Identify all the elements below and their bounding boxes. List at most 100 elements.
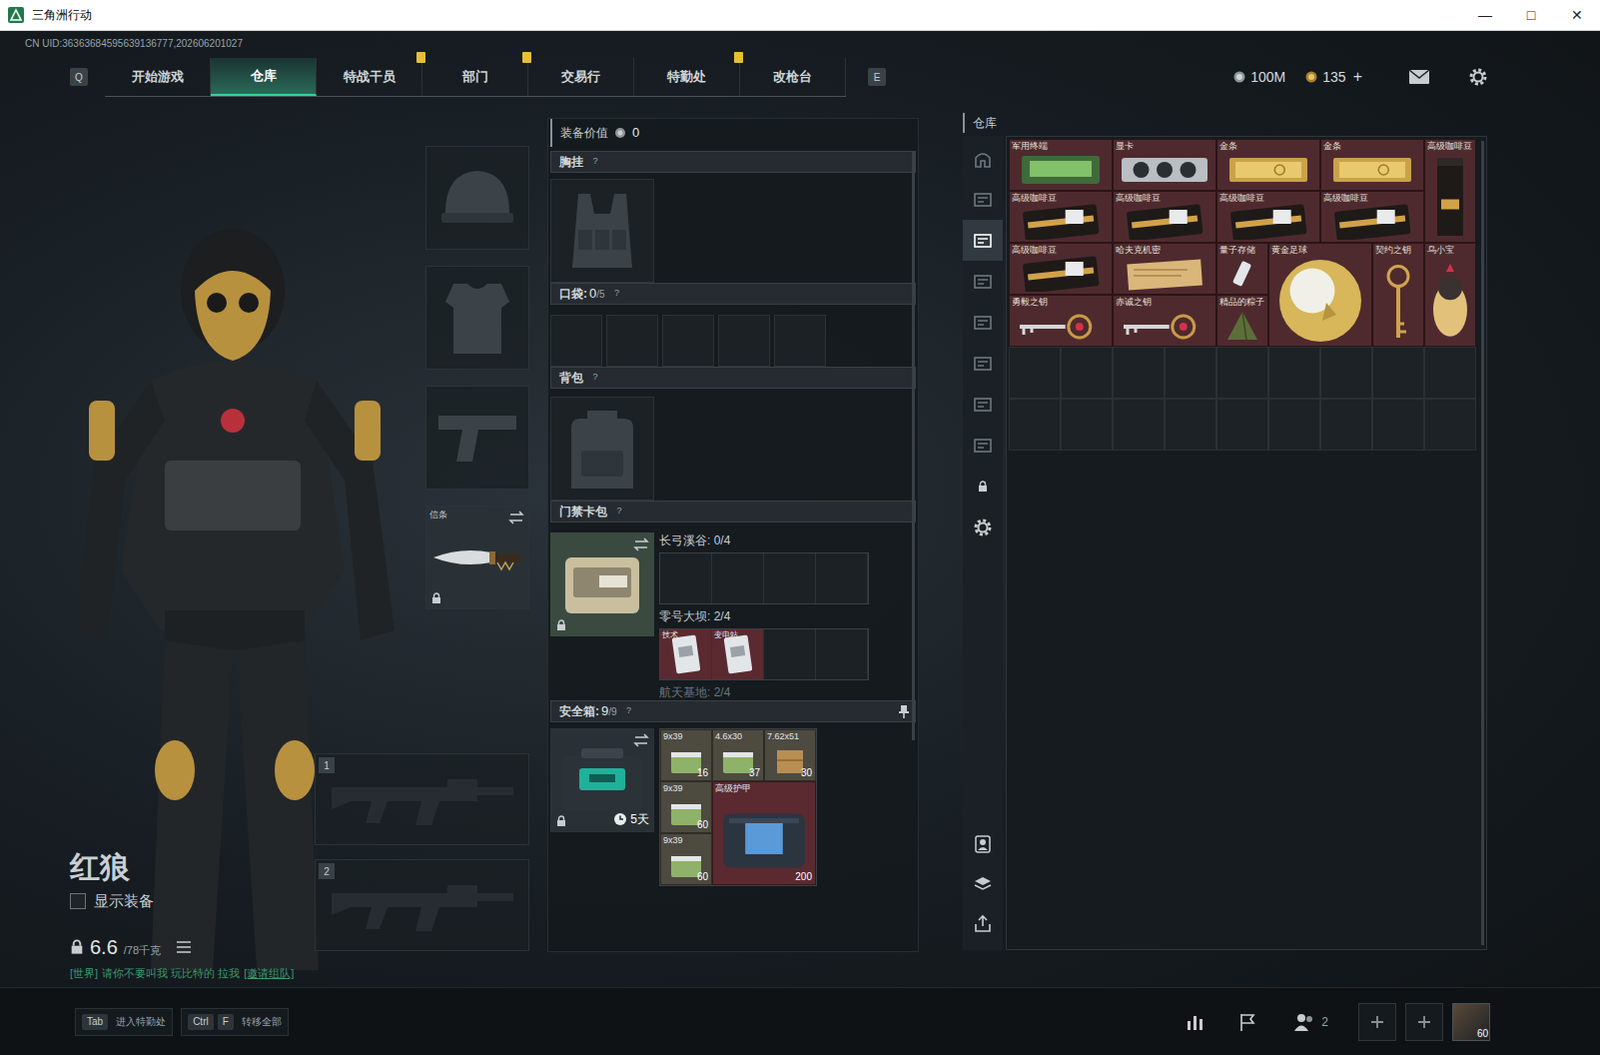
- sidebar-tab[interactable]: [962, 219, 1003, 261]
- sidebar-tab[interactable]: [962, 383, 1003, 425]
- invite-plus-icon[interactable]: [1405, 1002, 1444, 1041]
- warehouse-item[interactable]: 量子存储: [1216, 242, 1269, 295]
- gear-slot[interactable]: [425, 265, 530, 370]
- empty-slot[interactable]: [774, 314, 826, 367]
- swap-icon[interactable]: [633, 733, 650, 748]
- prev-tab-key[interactable]: Q: [69, 67, 88, 86]
- list-icon[interactable]: [176, 940, 191, 953]
- sidebar-button[interactable]: [962, 903, 1003, 944]
- nav-tab[interactable]: 特勤处: [634, 57, 741, 96]
- grid-cell[interactable]: [1112, 346, 1165, 399]
- window-control-button[interactable]: □: [1508, 0, 1555, 30]
- grid-cell[interactable]: [1216, 346, 1269, 399]
- swap-icon[interactable]: [633, 537, 650, 552]
- grid-cell[interactable]: [1372, 398, 1425, 451]
- grid-cell[interactable]: [1268, 398, 1321, 451]
- settings-gear-icon[interactable]: [1468, 66, 1489, 87]
- sidebar-button[interactable]: [962, 863, 1003, 904]
- stats-chart-icon[interactable]: [1185, 1012, 1206, 1031]
- safe-box-item[interactable]: 7.62x5130: [764, 729, 816, 782]
- safe-box-item[interactable]: 9x3960: [660, 781, 713, 833]
- sidebar-tab[interactable]: [962, 465, 1003, 507]
- help-button[interactable]: ?: [611, 287, 624, 300]
- scrollbar[interactable]: [1481, 140, 1485, 945]
- chest-rig-slot[interactable]: [550, 178, 655, 283]
- swap-icon[interactable]: [508, 510, 525, 525]
- gear-slot[interactable]: [425, 145, 530, 250]
- warehouse-item[interactable]: 军用终端: [1008, 138, 1113, 191]
- add-currency-button[interactable]: +: [1353, 64, 1363, 89]
- safe-box-item[interactable]: 9x3960: [660, 832, 713, 885]
- grid-cell[interactable]: [1216, 398, 1269, 451]
- player-avatar[interactable]: 60: [1452, 1002, 1491, 1041]
- sidebar-button[interactable]: [962, 823, 1003, 864]
- help-button[interactable]: ?: [613, 505, 626, 518]
- warehouse-item[interactable]: 高级咖啡豆: [1424, 138, 1477, 243]
- flag-icon[interactable]: [1237, 1011, 1258, 1032]
- grid-cell[interactable]: [1424, 398, 1477, 451]
- warehouse-item[interactable]: 乌小宝: [1424, 242, 1477, 347]
- grid-cell[interactable]: [1320, 346, 1373, 399]
- warehouse-item[interactable]: 金条: [1216, 138, 1321, 191]
- friends-button[interactable]: 2: [1293, 1011, 1329, 1032]
- warehouse-item[interactable]: 显卡: [1112, 138, 1217, 191]
- empty-slot[interactable]: [606, 314, 659, 367]
- warehouse-item[interactable]: 契约之钥: [1372, 242, 1425, 347]
- sidebar-tab[interactable]: [962, 137, 1003, 179]
- window-control-button[interactable]: —: [1462, 0, 1509, 30]
- safe-box-item[interactable]: 4.6x3037: [712, 729, 765, 782]
- nav-tab[interactable]: 改枪台: [740, 57, 846, 96]
- nav-tab[interactable]: 开始游戏: [104, 57, 211, 96]
- empty-slot[interactable]: [764, 629, 816, 680]
- weapon-slot[interactable]: 2: [314, 858, 530, 951]
- grid-cell[interactable]: [1164, 346, 1217, 399]
- empty-slot[interactable]: [815, 629, 868, 680]
- help-button[interactable]: ?: [589, 371, 602, 384]
- sidebar-tab[interactable]: [962, 342, 1003, 384]
- invite-plus-icon[interactable]: [1358, 1002, 1397, 1041]
- warehouse-item[interactable]: 黄金足球: [1268, 242, 1373, 347]
- help-button[interactable]: ?: [623, 705, 636, 718]
- warehouse-item[interactable]: 金条: [1320, 138, 1425, 191]
- grid-cell[interactable]: [1372, 346, 1425, 399]
- sidebar-tab[interactable]: [962, 260, 1003, 302]
- sidebar-tab[interactable]: [962, 178, 1003, 220]
- nav-tab[interactable]: 部门: [422, 57, 529, 96]
- scrollbar[interactable]: [911, 150, 915, 741]
- show-equipment-toggle[interactable]: 显示装备: [69, 888, 315, 913]
- next-tab-key[interactable]: E: [867, 67, 886, 86]
- empty-slot[interactable]: [660, 553, 713, 604]
- gear-slot[interactable]: 信条: [425, 505, 530, 610]
- safe-box-item[interactable]: 9x3916: [660, 729, 713, 782]
- safe-box-slot[interactable]: 5天: [550, 728, 655, 832]
- sidebar-tab[interactable]: [962, 424, 1003, 466]
- warehouse-item[interactable]: 赤诚之钥: [1112, 294, 1217, 347]
- grid-cell[interactable]: [1424, 346, 1477, 399]
- grid-cell[interactable]: [1320, 398, 1373, 451]
- grid-cell[interactable]: [1008, 398, 1061, 451]
- keycard-item[interactable]: 技术: [660, 629, 713, 680]
- warehouse-item[interactable]: 高级咖啡豆: [1112, 190, 1217, 243]
- empty-slot[interactable]: [718, 314, 771, 367]
- keycard-item[interactable]: 变电站: [712, 629, 765, 680]
- warehouse-item[interactable]: 高级咖啡豆: [1008, 190, 1113, 243]
- empty-slot[interactable]: [662, 314, 715, 367]
- gear-slot[interactable]: [425, 385, 530, 490]
- empty-slot[interactable]: [712, 553, 765, 604]
- nav-tab[interactable]: 交易行: [528, 57, 635, 96]
- key-hint[interactable]: Tab进入特勤处: [74, 1007, 173, 1036]
- warehouse-item[interactable]: 哈夫克机密: [1112, 242, 1217, 295]
- warehouse-item[interactable]: 高级咖啡豆: [1320, 190, 1425, 243]
- sidebar-tab[interactable]: [962, 301, 1003, 343]
- empty-slot[interactable]: [764, 553, 816, 604]
- warehouse-item[interactable]: 高级咖啡豆: [1008, 242, 1113, 295]
- help-button[interactable]: ?: [589, 155, 602, 168]
- sidebar-tab[interactable]: [962, 506, 1003, 548]
- grid-cell[interactable]: [1060, 398, 1113, 451]
- nav-tab[interactable]: 仓库: [210, 57, 317, 96]
- warehouse-item[interactable]: 精品的粽子: [1216, 294, 1269, 347]
- empty-slot[interactable]: [815, 553, 868, 604]
- weapon-slot[interactable]: 1: [314, 753, 530, 845]
- grid-cell[interactable]: [1060, 346, 1113, 399]
- grid-cell[interactable]: [1008, 346, 1061, 399]
